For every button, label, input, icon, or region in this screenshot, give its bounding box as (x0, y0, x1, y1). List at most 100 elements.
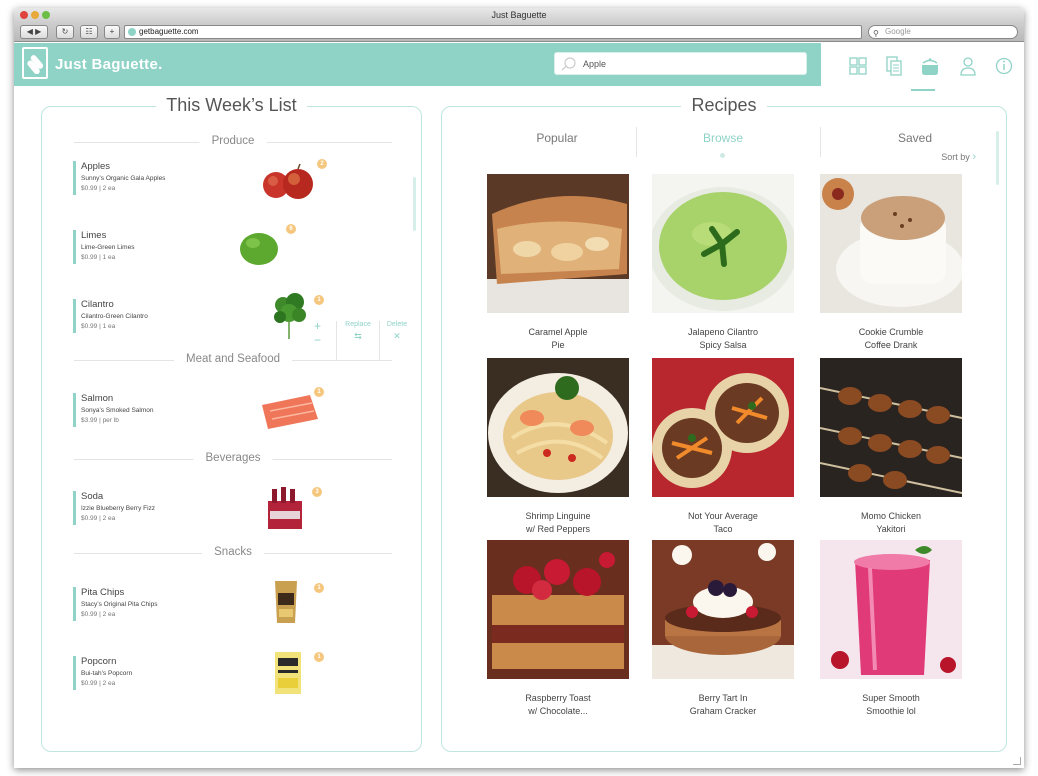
quantity-badge: 6 (286, 224, 296, 234)
baguette-logo-icon[interactable] (22, 47, 48, 79)
recipes-title: Recipes (681, 95, 767, 115)
recipe-tabs: Popular Browse Saved (472, 127, 992, 161)
back-forward-buttons[interactable]: ◀ ▶ (20, 25, 48, 39)
item-desc: Izzie Blueberry Berry Fizz (81, 505, 156, 512)
reload-button[interactable]: ↻ (56, 25, 74, 39)
recipe-photo (649, 174, 797, 313)
url-text: getbaguette.com (139, 27, 199, 36)
recipe-name: Cookie Crumble Coffee Drank (858, 327, 924, 350)
list-scrollbar[interactable] (413, 177, 416, 231)
search-input[interactable] (583, 57, 803, 71)
recipe-photo (487, 540, 629, 679)
app-search-field[interactable] (554, 52, 807, 75)
tab-browse[interactable]: Browse (648, 131, 798, 145)
list-item-pita-chips[interactable]: Pita Chips Stacy’s Original Pita Chips $… (73, 581, 403, 623)
tab-popular[interactable]: Popular (482, 131, 632, 145)
shopping-list-panel: This Week’s List Produce Apples Sunny’s … (41, 95, 422, 752)
list-item-apples[interactable]: Apples Sunny’s Organic Gala Apples $0.99… (73, 159, 403, 199)
user-icon[interactable] (957, 55, 979, 77)
section-produce: Produce (74, 135, 392, 149)
recipe-card-caramel-apple-pie[interactable]: Caramel Apple Pie (487, 174, 629, 352)
decrease-quantity-button[interactable]: − (314, 334, 321, 346)
recipe-photo (652, 358, 794, 497)
list-item-salmon[interactable]: Salmon Sonya’s Smoked Salmon $3.99 | per… (73, 387, 403, 429)
soda-bottles-image (268, 487, 302, 529)
quantity-badge: 1 (314, 652, 324, 662)
item-name: Cilantro (81, 299, 114, 310)
item-desc: Stacy’s Original Pita Chips (81, 601, 158, 608)
item-price: $0.99 | 2 ea (81, 515, 116, 522)
item-name: Limes (81, 230, 107, 241)
recipes-panel: Recipes Popular Browse Saved Sort by › C… (441, 95, 1007, 752)
recipe-card-jalapeno-salsa[interactable]: Jalapeno Cilantro Spicy Salsa (649, 174, 797, 352)
apples-image (263, 163, 313, 199)
window-title: Just Baguette (491, 10, 547, 20)
list-item-cilantro[interactable]: Cilantro Cilantro-Green Cilantro $0.99 |… (73, 293, 403, 339)
recipe-name: Jalapeno Cilantro Spicy Salsa (687, 327, 759, 350)
cilantro-image (274, 293, 306, 339)
item-desc: Sunny’s Organic Gala Apples (81, 175, 166, 182)
section-label: Meat and Seafood (174, 353, 292, 365)
lime-image (240, 233, 278, 265)
quantity-badge: 2 (317, 159, 327, 169)
item-desc: Bui-tah’s Popcorn (81, 670, 133, 677)
section-meat-seafood: Meat and Seafood (74, 353, 392, 367)
quantity-badge: 3 (312, 487, 322, 497)
item-desc: Cilantro-Green Cilantro (81, 313, 148, 320)
recipe-list-icon[interactable] (883, 55, 905, 77)
grid-icon[interactable] (847, 55, 869, 77)
item-name: Apples (81, 161, 111, 172)
brand-name: Just Baguette. (55, 56, 163, 73)
recipe-card-cookie-crumble-coffee[interactable]: Cookie Crumble Coffee Drank (820, 174, 964, 352)
search-icon (561, 57, 576, 71)
recipe-card-berry-tart[interactable]: Berry Tart In Graham Cracker (652, 540, 794, 718)
quantity-badge: 1 (314, 583, 324, 593)
section-beverages: Beverages (74, 452, 392, 466)
item-price: $0.99 | 2 ea (81, 611, 116, 618)
recipe-card-taco[interactable]: Not Your Average Taco (652, 358, 794, 536)
active-icon-indicator (911, 89, 935, 91)
recipe-name: Shrimp Linguine w/ Red Peppers (525, 511, 591, 534)
list-item-popcorn[interactable]: Popcorn Bui-tah’s Popcorn $0.99 | 2 ea 1 (73, 652, 403, 694)
add-bookmark-button[interactable]: + (104, 25, 120, 39)
sort-by-button[interactable]: Sort by › (941, 151, 976, 163)
minimize-window-button[interactable] (31, 11, 39, 19)
recipe-photo (820, 540, 962, 679)
item-name: Popcorn (81, 656, 117, 667)
recipe-card-shrimp-linguine[interactable]: Shrimp Linguine w/ Red Peppers (487, 358, 629, 536)
recipe-card-raspberry-toast[interactable]: Raspberry Toast w/ Chocolate... (487, 540, 629, 718)
info-icon[interactable] (993, 55, 1015, 77)
recipe-name: Raspberry Toast w/ Chocolate... (525, 693, 591, 716)
recipe-card-momo-chicken-yakitori[interactable]: Momo Chicken Yakitori (819, 358, 963, 536)
close-window-button[interactable] (20, 11, 28, 19)
quantity-badge: 1 (314, 295, 324, 305)
tab-saved[interactable]: Saved (840, 131, 990, 145)
recipe-name: Not Your Average Taco (688, 511, 758, 534)
recipe-photo (820, 174, 964, 313)
pita-chips-bag-image (275, 581, 297, 623)
recipe-card-smoothie[interactable]: Super Smooth Smoothie lol (820, 540, 962, 718)
recipe-photo (487, 358, 629, 497)
salmon-image (262, 395, 318, 429)
resize-handle[interactable] (1013, 757, 1021, 765)
browser-toolbar: ◀ ▶ ↻ ☷ + getbaguette.com ⚲ Google (14, 22, 1024, 42)
item-name: Soda (81, 491, 104, 502)
recipe-photo (819, 358, 963, 497)
recipe-name: Momo Chicken Yakitori (860, 511, 922, 534)
bookmarks-icon[interactable]: ☷ (80, 25, 98, 39)
section-snacks: Snacks (74, 546, 392, 560)
recipes-scrollbar[interactable] (996, 131, 999, 185)
list-item-soda[interactable]: Soda Izzie Blueberry Berry Fizz $0.99 | … (73, 487, 403, 529)
browser-search-field[interactable]: ⚲ Google (868, 25, 1018, 39)
item-price: $3.99 | per lb (81, 417, 119, 424)
zoom-window-button[interactable] (42, 11, 50, 19)
search-icon: ⚲ (873, 29, 879, 38)
list-item-limes[interactable]: Limes Lime-Green Limes $0.99 | 1 ea 6 (73, 224, 403, 265)
pot-icon[interactable] (919, 55, 941, 77)
url-field[interactable]: getbaguette.com (124, 25, 862, 39)
item-desc: Lime-Green Limes (81, 244, 135, 251)
browser-window: Just Baguette ◀ ▶ ↻ ☷ + getbaguette.com … (14, 8, 1024, 768)
section-label: Produce (199, 135, 267, 147)
header-icon-bar (821, 43, 1024, 86)
recipe-photo (652, 540, 794, 679)
